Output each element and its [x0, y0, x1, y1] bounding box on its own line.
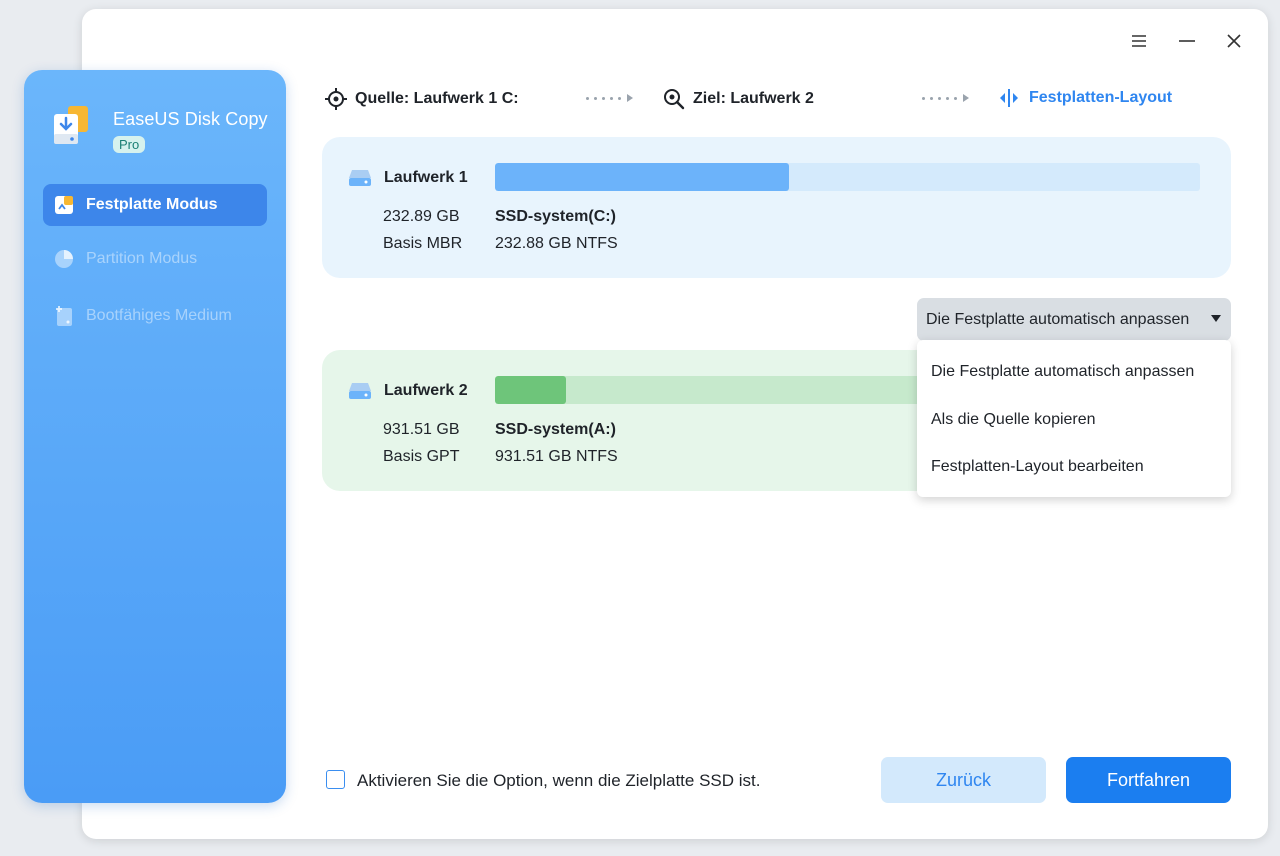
- sidebar-item-festplatte-modus[interactable]: Festplatte Modus: [43, 184, 267, 226]
- pro-badge: Pro: [113, 136, 146, 153]
- layout-split-icon: [997, 88, 1021, 108]
- menu-item-edit-layout[interactable]: Festplatten-Layout bearbeiten: [931, 458, 1144, 476]
- ssd-option-label: Aktivieren Sie die Option, wenn die Ziel…: [357, 771, 761, 790]
- source-partition-bar[interactable]: [495, 163, 1200, 191]
- disk-drive-icon: [348, 168, 372, 188]
- back-button[interactable]: Zurück: [881, 757, 1046, 803]
- sidebar-item-label: Partition Modus: [86, 250, 198, 267]
- disk-mode-icon: [52, 193, 76, 217]
- step-target: Ziel: Laufwerk 2: [663, 88, 814, 110]
- app-name: EaseUS Disk Copy: [113, 109, 268, 129]
- crosshair-icon: [325, 88, 347, 110]
- step-source: Quelle: Laufwerk 1 C:: [325, 88, 519, 110]
- layout-mode-select[interactable]: Die Festplatte automatisch anpassen: [917, 298, 1231, 341]
- ssd-option-checkbox[interactable]: [326, 770, 345, 789]
- target-disk-size: 931.51 GB: [383, 421, 460, 438]
- step-layout-label: Festplatten-Layout: [1029, 89, 1173, 106]
- sidebar-item-partition-modus[interactable]: Partition Modus: [43, 238, 267, 280]
- sidebar-item-label: Festplatte Modus: [86, 196, 218, 213]
- step-target-label: Ziel: Laufwerk 2: [693, 90, 814, 107]
- source-usage-fill: [495, 163, 789, 191]
- target-partition-name: SSD-system(A:): [495, 421, 616, 438]
- source-partition-name: SSD-system(C:): [495, 208, 616, 225]
- app-logo-icon: [50, 104, 92, 148]
- source-disk-type: Basis MBR: [383, 235, 463, 252]
- step-source-label: Quelle: Laufwerk 1 C:: [355, 90, 519, 107]
- layout-mode-menu: Die Festplatte automatisch anpassen Als …: [917, 340, 1231, 497]
- source-disk-size: 232.89 GB: [383, 208, 460, 225]
- target-usage-fill: [495, 376, 566, 404]
- source-partition-info: 232.88 GB NTFS: [495, 235, 618, 252]
- sidebar-item-bootfaehiges-medium[interactable]: Bootfähiges Medium: [43, 295, 267, 337]
- bootable-media-icon: [52, 304, 76, 328]
- source-disk-card: Laufwerk 1 232.89 GB Basis MBR SSD-syste…: [322, 137, 1231, 278]
- target-partition-info: 931.51 GB NTFS: [495, 448, 618, 465]
- target-disk-name: Laufwerk 2: [348, 381, 468, 401]
- disk-drive-icon: [348, 381, 372, 401]
- menu-item-auto-fit[interactable]: Die Festplatte automatisch anpassen: [931, 363, 1194, 381]
- minimize-icon[interactable]: [1173, 27, 1201, 55]
- step-arrow-1: [586, 94, 633, 102]
- menu-item-copy-as-source[interactable]: Als die Quelle kopieren: [931, 411, 1096, 429]
- step-arrow-2: [922, 94, 969, 102]
- close-icon[interactable]: [1220, 27, 1248, 55]
- next-button[interactable]: Fortfahren: [1066, 757, 1231, 803]
- menu-icon[interactable]: [1125, 27, 1153, 55]
- pie-chart-icon: [52, 247, 76, 271]
- source-disk-name: Laufwerk 1: [348, 168, 468, 188]
- sidebar-item-label: Bootfähiges Medium: [86, 307, 232, 324]
- target-search-icon: [663, 88, 685, 110]
- step-layout: Festplatten-Layout: [997, 88, 1172, 108]
- target-disk-type: Basis GPT: [383, 448, 460, 465]
- layout-mode-selected: Die Festplatte automatisch anpassen: [926, 310, 1190, 328]
- caret-down-icon: [1211, 315, 1221, 322]
- sidebar: EaseUS Disk Copy Pro Festplatte Modus Pa…: [24, 70, 286, 803]
